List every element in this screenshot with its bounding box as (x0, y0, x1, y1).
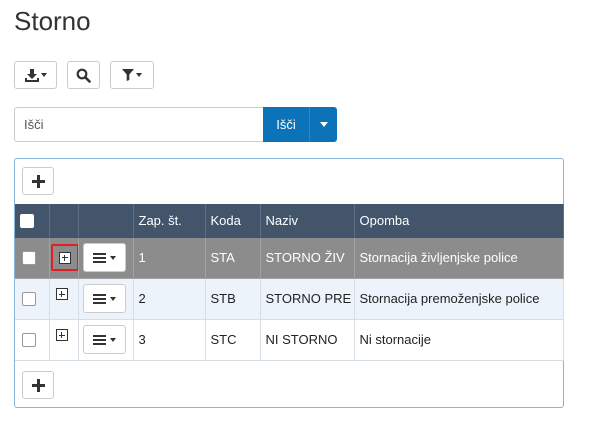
table-row[interactable]: 3 STC NI STORNO Ni stornacije (15, 319, 564, 361)
search-button[interactable]: Išči (263, 107, 309, 142)
export-button[interactable] (14, 61, 57, 89)
search-icon (76, 68, 91, 83)
plus-icon (31, 174, 45, 188)
select-all-checkbox[interactable] (20, 214, 34, 229)
cell-opomba: Ni stornacije (354, 319, 564, 361)
hamburger-icon (92, 334, 106, 345)
column-header-expand (49, 204, 79, 238)
filter-button[interactable] (110, 61, 154, 89)
cell-zap: 3 (133, 319, 206, 361)
chevron-down-icon (319, 122, 328, 127)
plus-icon (31, 378, 45, 392)
add-record-button-bottom[interactable] (22, 371, 54, 399)
cell-koda: STB (205, 278, 261, 320)
row-checkbox[interactable] (22, 292, 36, 307)
cell-opomba: Stornacija premoženjske police (354, 278, 564, 320)
hamburger-icon (92, 293, 106, 304)
column-header-naziv[interactable]: Naziv (260, 204, 355, 238)
hamburger-icon (92, 252, 106, 263)
expand-highlight (50, 244, 77, 271)
cell-koda: STC (205, 319, 261, 361)
chevron-down-icon (109, 296, 116, 301)
table-row[interactable]: 2 STB STORNO PRE Stornacija premoženjske… (15, 278, 564, 320)
row-menu-button[interactable] (82, 284, 126, 313)
cell-naziv: STORNO PRE (260, 278, 355, 320)
cell-opomba: Stornacija življenjske police (354, 237, 564, 279)
column-header-zap[interactable]: Zap. št. (133, 204, 206, 238)
records-panel: Zap. št. Koda Naziv Opomba 1 STA STORNO … (14, 158, 564, 408)
search-bar: Išči (14, 107, 337, 142)
download-icon (24, 68, 39, 82)
chevron-down-icon (40, 73, 47, 77)
chevron-down-icon (136, 73, 142, 77)
row-checkbox[interactable] (22, 333, 36, 348)
row-checkbox[interactable] (22, 251, 36, 266)
filter-icon (122, 69, 134, 81)
chevron-down-icon (109, 255, 116, 260)
page-title: Storno (14, 6, 91, 36)
select-all-cell (15, 204, 50, 238)
table-header-row: Zap. št. Koda Naziv Opomba (15, 204, 564, 238)
records-table: Zap. št. Koda Naziv Opomba 1 STA STORNO … (15, 204, 564, 361)
table-row[interactable]: 1 STA STORNO ŽIV Stornacija življenjske … (15, 237, 564, 279)
column-header-koda[interactable]: Koda (205, 204, 261, 238)
row-menu-button[interactable] (82, 243, 126, 272)
expand-plus-icon[interactable] (55, 288, 68, 301)
add-record-button-top[interactable] (22, 167, 54, 195)
column-header-actions (78, 204, 134, 238)
search-toggle-button[interactable] (67, 61, 100, 89)
chevron-down-icon (109, 337, 116, 342)
row-menu-button[interactable] (82, 325, 126, 354)
search-options-button[interactable] (309, 107, 337, 142)
cell-zap: 2 (133, 278, 206, 320)
column-header-opomba[interactable]: Opomba (354, 204, 564, 238)
cell-naziv: NI STORNO (260, 319, 355, 361)
cell-naziv: STORNO ŽIV (260, 237, 355, 279)
search-input[interactable] (14, 107, 263, 142)
cell-zap: 1 (133, 237, 206, 279)
cell-koda: STA (205, 237, 261, 279)
expand-plus-icon[interactable] (58, 251, 71, 264)
expand-plus-icon[interactable] (55, 329, 68, 342)
